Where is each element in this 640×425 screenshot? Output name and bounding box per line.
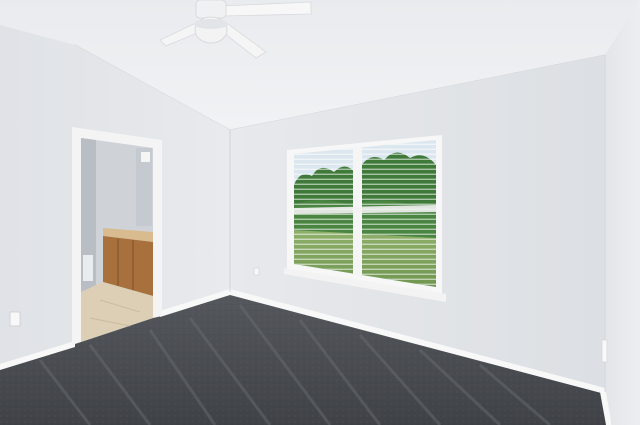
wall-outlet-right [601, 339, 608, 363]
bathroom-doorway [72, 127, 162, 345]
photo-scene [0, 0, 640, 425]
wall-outlet-back [253, 267, 260, 276]
right-wall [605, 0, 640, 425]
bedroom-photo [0, 0, 640, 425]
window-with-blinds [284, 135, 446, 302]
wall-outlet [9, 311, 21, 327]
